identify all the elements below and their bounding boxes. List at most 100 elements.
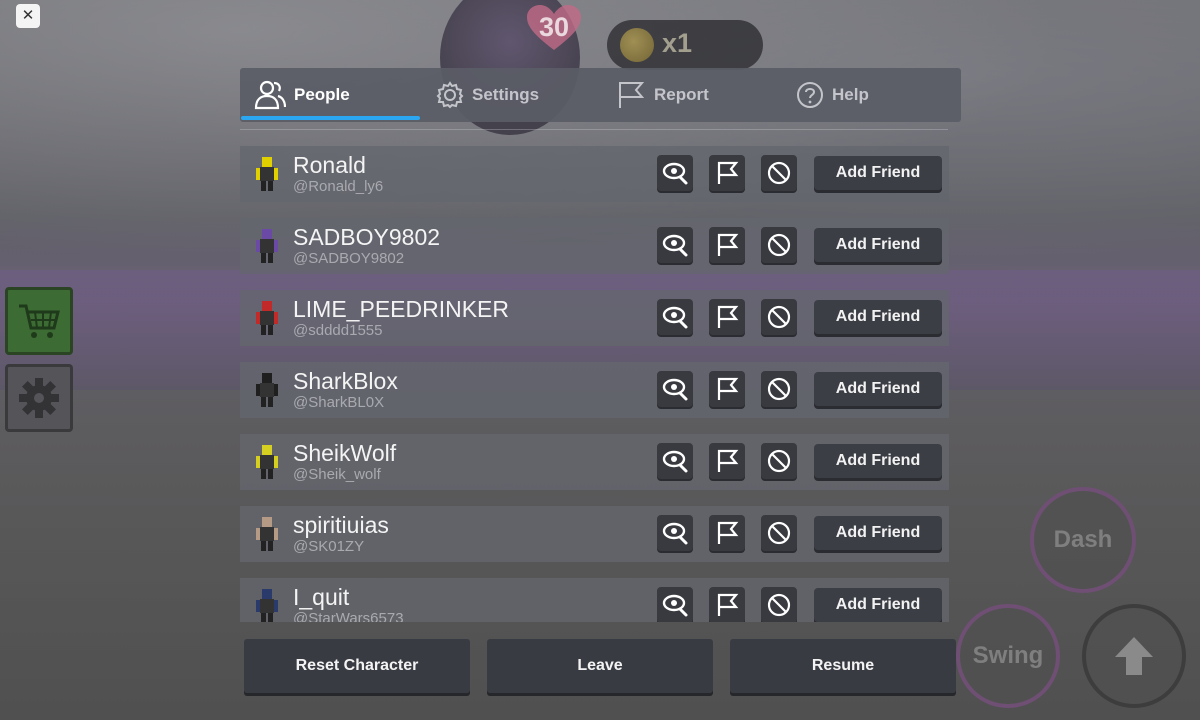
player-username: @SK01ZY [293, 538, 365, 555]
player-avatar-icon [256, 517, 278, 551]
report-player-button[interactable] [709, 155, 745, 191]
block-player-button[interactable] [761, 299, 797, 335]
block-player-button[interactable] [761, 443, 797, 479]
report-player-button[interactable] [709, 371, 745, 407]
flag-icon [714, 448, 740, 474]
inspect-icon [661, 591, 689, 619]
inspect-button[interactable] [657, 227, 693, 263]
inspect-icon [661, 447, 689, 475]
flag-icon [714, 232, 740, 258]
player-list[interactable]: Ronald @Ronald_ly6 Add Friend SADBOY9802 @SA… [240, 146, 950, 622]
report-player-button[interactable] [709, 299, 745, 335]
menu-tab-bar: People Settings Report Help [240, 68, 961, 122]
report-player-button[interactable] [709, 227, 745, 263]
block-icon [766, 232, 792, 258]
player-display-name: spiritiuias [293, 512, 389, 538]
inspect-button[interactable] [657, 443, 693, 479]
player-display-name: SheikWolf [293, 440, 397, 466]
block-player-button[interactable] [761, 227, 797, 263]
player-row: Ronald @Ronald_ly6 Add Friend [240, 146, 949, 202]
player-username: @Ronald_ly6 [293, 178, 384, 195]
add-friend-button[interactable]: Add Friend [814, 588, 942, 622]
player-display-name: SADBOY9802 [293, 224, 441, 250]
coin-count: x1 [662, 28, 693, 58]
player-row: SheikWolf @Sheik_wolf Add Friend [240, 434, 949, 490]
report-player-button[interactable] [709, 443, 745, 479]
player-avatar-icon [256, 589, 278, 622]
player-row: I_quit @StarWars6573 Add Friend [240, 578, 949, 622]
report-player-button[interactable] [709, 515, 745, 551]
arrow-up-icon [1115, 637, 1153, 675]
block-icon [766, 592, 792, 618]
block-icon [766, 376, 792, 402]
block-icon [766, 160, 792, 186]
gear-icon [19, 378, 59, 418]
player-row: spiritiuias @SK01ZY Add Friend [240, 506, 949, 562]
inspect-button[interactable] [657, 587, 693, 622]
block-icon [766, 520, 792, 546]
tab-help-label: Help [832, 85, 869, 104]
inspect-icon [661, 519, 689, 547]
player-row: SADBOY9802 @SADBOY9802 Add Friend [240, 218, 949, 274]
gear-icon [436, 81, 464, 109]
inspect-button[interactable] [657, 299, 693, 335]
people-icon [254, 80, 286, 110]
leave-button[interactable]: Leave [487, 639, 713, 693]
tab-report[interactable]: Report [616, 68, 709, 122]
tab-settings[interactable]: Settings [436, 68, 539, 122]
block-icon [766, 304, 792, 330]
flag-icon [714, 520, 740, 546]
player-display-name: LIME_PEEDRINKER [293, 296, 510, 322]
flag-icon [714, 304, 740, 330]
player-username: @SADBOY9802 [293, 250, 405, 267]
report-player-button[interactable] [709, 587, 745, 622]
block-player-button[interactable] [761, 371, 797, 407]
player-display-name: SharkBlox [293, 368, 398, 394]
flag-icon [714, 160, 740, 186]
shop-button[interactable] [5, 287, 73, 355]
inspect-icon [661, 375, 689, 403]
coin-icon [620, 28, 654, 62]
active-tab-indicator [241, 116, 420, 120]
add-friend-button[interactable]: Add Friend [814, 156, 942, 190]
player-avatar-icon [256, 229, 278, 263]
tab-report-label: Report [654, 85, 709, 104]
block-player-button[interactable] [761, 515, 797, 551]
player-username: @StarWars6573 [293, 610, 404, 622]
game-settings-button[interactable] [5, 364, 73, 432]
player-username: @sdddd1555 [293, 322, 383, 339]
jump-button[interactable] [1082, 604, 1186, 708]
tab-people-label: People [294, 85, 350, 104]
dash-button[interactable]: Dash [1030, 487, 1136, 593]
flag-icon [619, 82, 645, 108]
player-avatar-icon [256, 445, 278, 479]
player-row: SharkBlox @SharkBL0X Add Friend [240, 362, 949, 418]
resume-button[interactable]: Resume [730, 639, 956, 693]
swing-button[interactable]: Swing [956, 604, 1060, 708]
block-player-button[interactable] [761, 155, 797, 191]
inspect-icon [661, 159, 689, 187]
inspect-button[interactable] [657, 371, 693, 407]
health-count: 30 [538, 12, 570, 42]
add-friend-button[interactable]: Add Friend [814, 228, 942, 262]
cart-icon [19, 304, 60, 338]
add-friend-button[interactable]: Add Friend [814, 372, 942, 406]
divider [240, 129, 948, 130]
add-friend-button[interactable]: Add Friend [814, 444, 942, 478]
add-friend-button[interactable]: Add Friend [814, 300, 942, 334]
block-icon [766, 448, 792, 474]
player-username: @SharkBL0X [293, 394, 385, 411]
close-menu-button[interactable]: ✕ [16, 4, 40, 28]
flag-icon [714, 376, 740, 402]
reset-character-button[interactable]: Reset Character [244, 639, 470, 693]
player-username: @Sheik_wolf [293, 466, 381, 483]
player-display-name: I_quit [293, 584, 350, 610]
tab-settings-label: Settings [472, 85, 540, 104]
tab-help[interactable]: Help [796, 68, 869, 122]
help-icon [797, 82, 823, 108]
inspect-button[interactable] [657, 155, 693, 191]
inspect-button[interactable] [657, 515, 693, 551]
block-player-button[interactable] [761, 587, 797, 622]
add-friend-button[interactable]: Add Friend [814, 516, 942, 550]
tab-people[interactable]: People [254, 68, 350, 122]
